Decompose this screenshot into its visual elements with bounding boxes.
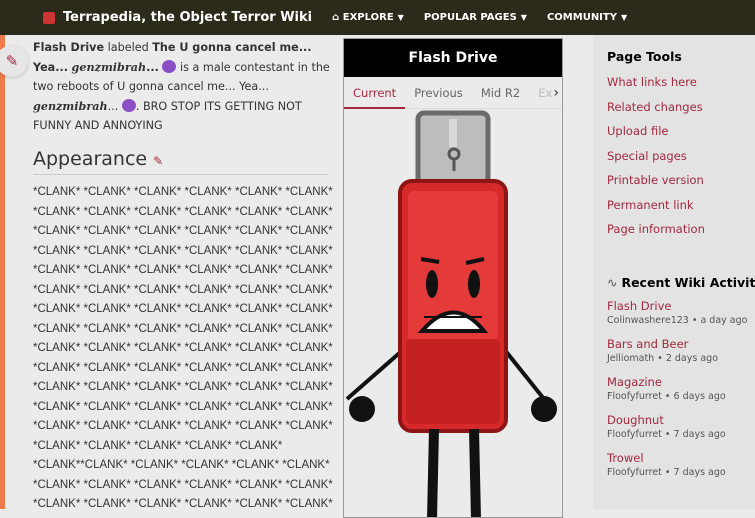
clank-line: *CLANK* *CLANK* *CLANK* *CLANK* *CLANK* … [33, 400, 333, 413]
activity-meta: Jelliomath • 2 days ago [607, 352, 719, 364]
tab-previous[interactable]: Previous [405, 77, 472, 109]
clank-line: *CLANK* *CLANK* *CLANK* *CLANK* *CLANK* … [33, 205, 333, 218]
page-tool-link[interactable]: Related changes [607, 95, 755, 120]
clank-line: *CLANK* *CLANK* *CLANK* *CLANK* *CLANK* … [33, 322, 333, 335]
top-navigation: Terrapedia, the Object Terror Wiki ⌂ EXP… [0, 0, 755, 35]
activity-item: Doughnut Floofyfurret • 7 days ago [607, 412, 755, 442]
edit-section-icon[interactable]: ✎ [153, 154, 163, 168]
activity-item: Magazine Floofyfurret • 6 days ago [607, 374, 755, 404]
infobox-tabs: Current Previous Mid R2 Ex › [344, 77, 562, 109]
devil-emoji-icon [162, 59, 177, 73]
page-tool-link[interactable]: Special pages [607, 144, 755, 169]
appearance-text: *CLANK* *CLANK* *CLANK* *CLANK* *CLANK* … [33, 183, 333, 515]
clank-line: *CLANK* *CLANK* *CLANK* *CLANK* *CLANK* … [33, 186, 333, 198]
activity-meta: Floofyfurret • 6 days ago [607, 390, 726, 402]
page-tool-link[interactable]: What links here [607, 70, 755, 95]
chevron-right-icon[interactable]: › [553, 77, 559, 109]
activity-meta: Floofyfurret • 7 days ago [607, 428, 726, 440]
activity-page-link[interactable]: Bars and Beer [607, 336, 755, 352]
page-tool-link[interactable]: Printable version [607, 168, 755, 193]
clank-line: *CLANK* *CLANK* *CLANK* *CLANK* *CLANK* [33, 439, 283, 452]
pencil-icon: ✎ [5, 52, 19, 70]
activity-page-link[interactable]: Trowel [607, 450, 755, 466]
activity-page-link[interactable]: Doughnut [607, 412, 755, 428]
section-heading: Appearance ✎ [33, 149, 328, 175]
devil-emoji-icon [121, 98, 136, 112]
clank-line: *CLANK**CLANK* *CLANK* *CLANK* *CLANK* *… [33, 459, 330, 471]
caret-down-icon: ▼ [397, 13, 404, 22]
clank-line: *CLANK* *CLANK* *CLANK* *CLANK* *CLANK* … [33, 361, 333, 374]
activity-page-link[interactable]: Magazine [607, 374, 755, 390]
clank-line: *CLANK* *CLANK* *CLANK* *CLANK* *CLANK* … [33, 381, 333, 393]
infobox: Flash Drive Current Previous Mid R2 Ex › [343, 38, 563, 518]
activity-item: Bars and Beer Jelliomath • 2 days ago [607, 336, 755, 366]
accent-strip [0, 35, 5, 509]
page-tools-title: Page Tools [607, 49, 682, 64]
page-tool-link[interactable]: Page information [607, 217, 755, 242]
activity-page-link[interactable]: Flash Drive [607, 298, 755, 314]
clank-line: *CLANK* *CLANK* *CLANK* *CLANK* *CLANK* … [33, 283, 333, 296]
clank-line: *CLANK* *CLANK* *CLANK* *CLANK* *CLANK* … [33, 244, 333, 257]
right-rail: Page Tools What links here Related change… [593, 35, 755, 509]
nav-community[interactable]: COMMUNITY ▼ [547, 12, 627, 23]
page-tool-link[interactable]: Permanent link [607, 193, 755, 218]
edit-button[interactable]: ✎ [0, 45, 28, 77]
recent-activity-title: ∿ Recent Wiki Activity [607, 274, 755, 290]
nav-explore[interactable]: ⌂ EXPLORE ▼ [332, 12, 404, 23]
infobox-title: Flash Drive [344, 39, 562, 77]
activity-item: Trowel Floofyfurret • 7 days ago [607, 450, 755, 480]
clank-line: *CLANK* *CLANK* *CLANK* *CLANK* *CLANK* … [33, 478, 333, 491]
intro-paragraph: Flash Drive labeled The U gonna cancel m… [33, 41, 330, 132]
wiki-title[interactable]: Terrapedia, the Object Terror Wiki [63, 10, 312, 25]
caret-down-icon: ▼ [620, 13, 628, 22]
clank-line: *CLANK* *CLANK* *CLANK* *CLANK* *CLANK* … [33, 225, 333, 237]
page-tool-link[interactable]: Upload file [607, 119, 755, 144]
caret-down-icon: ▼ [520, 13, 527, 22]
tab-ex[interactable]: Ex [529, 77, 554, 109]
nav-popular-pages[interactable]: POPULAR PAGES ▼ [424, 12, 527, 23]
clank-line: *CLANK* *CLANK* *CLANK* *CLANK* *CLANK* … [33, 303, 333, 315]
flash-drive-image [345, 110, 557, 517]
clank-line: *CLANK* *CLANK* *CLANK* *CLANK* *CLANK* … [33, 420, 333, 432]
explore-icon: ⌂ [332, 12, 343, 23]
activity-item: Flash Drive Colinwashere123 • a day ago [607, 298, 755, 328]
clank-line: *CLANK* *CLANK* *CLANK* *CLANK* *CLANK* … [33, 498, 333, 510]
clank-line: *CLANK* *CLANK* *CLANK* *CLANK* *CLANK* … [33, 264, 333, 276]
tab-current[interactable]: Current [344, 77, 406, 109]
page-tools-list: What links here Related changes Upload fil… [593, 70, 755, 242]
tab-mid-r2[interactable]: Mid R2 [472, 77, 529, 109]
article-content: Flash Drive labeled The U gonna cancel m… [33, 38, 333, 515]
activity-meta: Floofyfurret • 7 days ago [607, 466, 726, 478]
wiki-logo[interactable] [43, 11, 55, 24]
activity-meta: Colinwashere123 • a day ago [607, 314, 748, 326]
recent-activity-list: Flash Drive Colinwashere123 • a day ago Ba… [593, 298, 755, 480]
clank-line: *CLANK* *CLANK* *CLANK* *CLANK* *CLANK* … [33, 342, 333, 354]
activity-icon: ∿ [607, 274, 622, 290]
